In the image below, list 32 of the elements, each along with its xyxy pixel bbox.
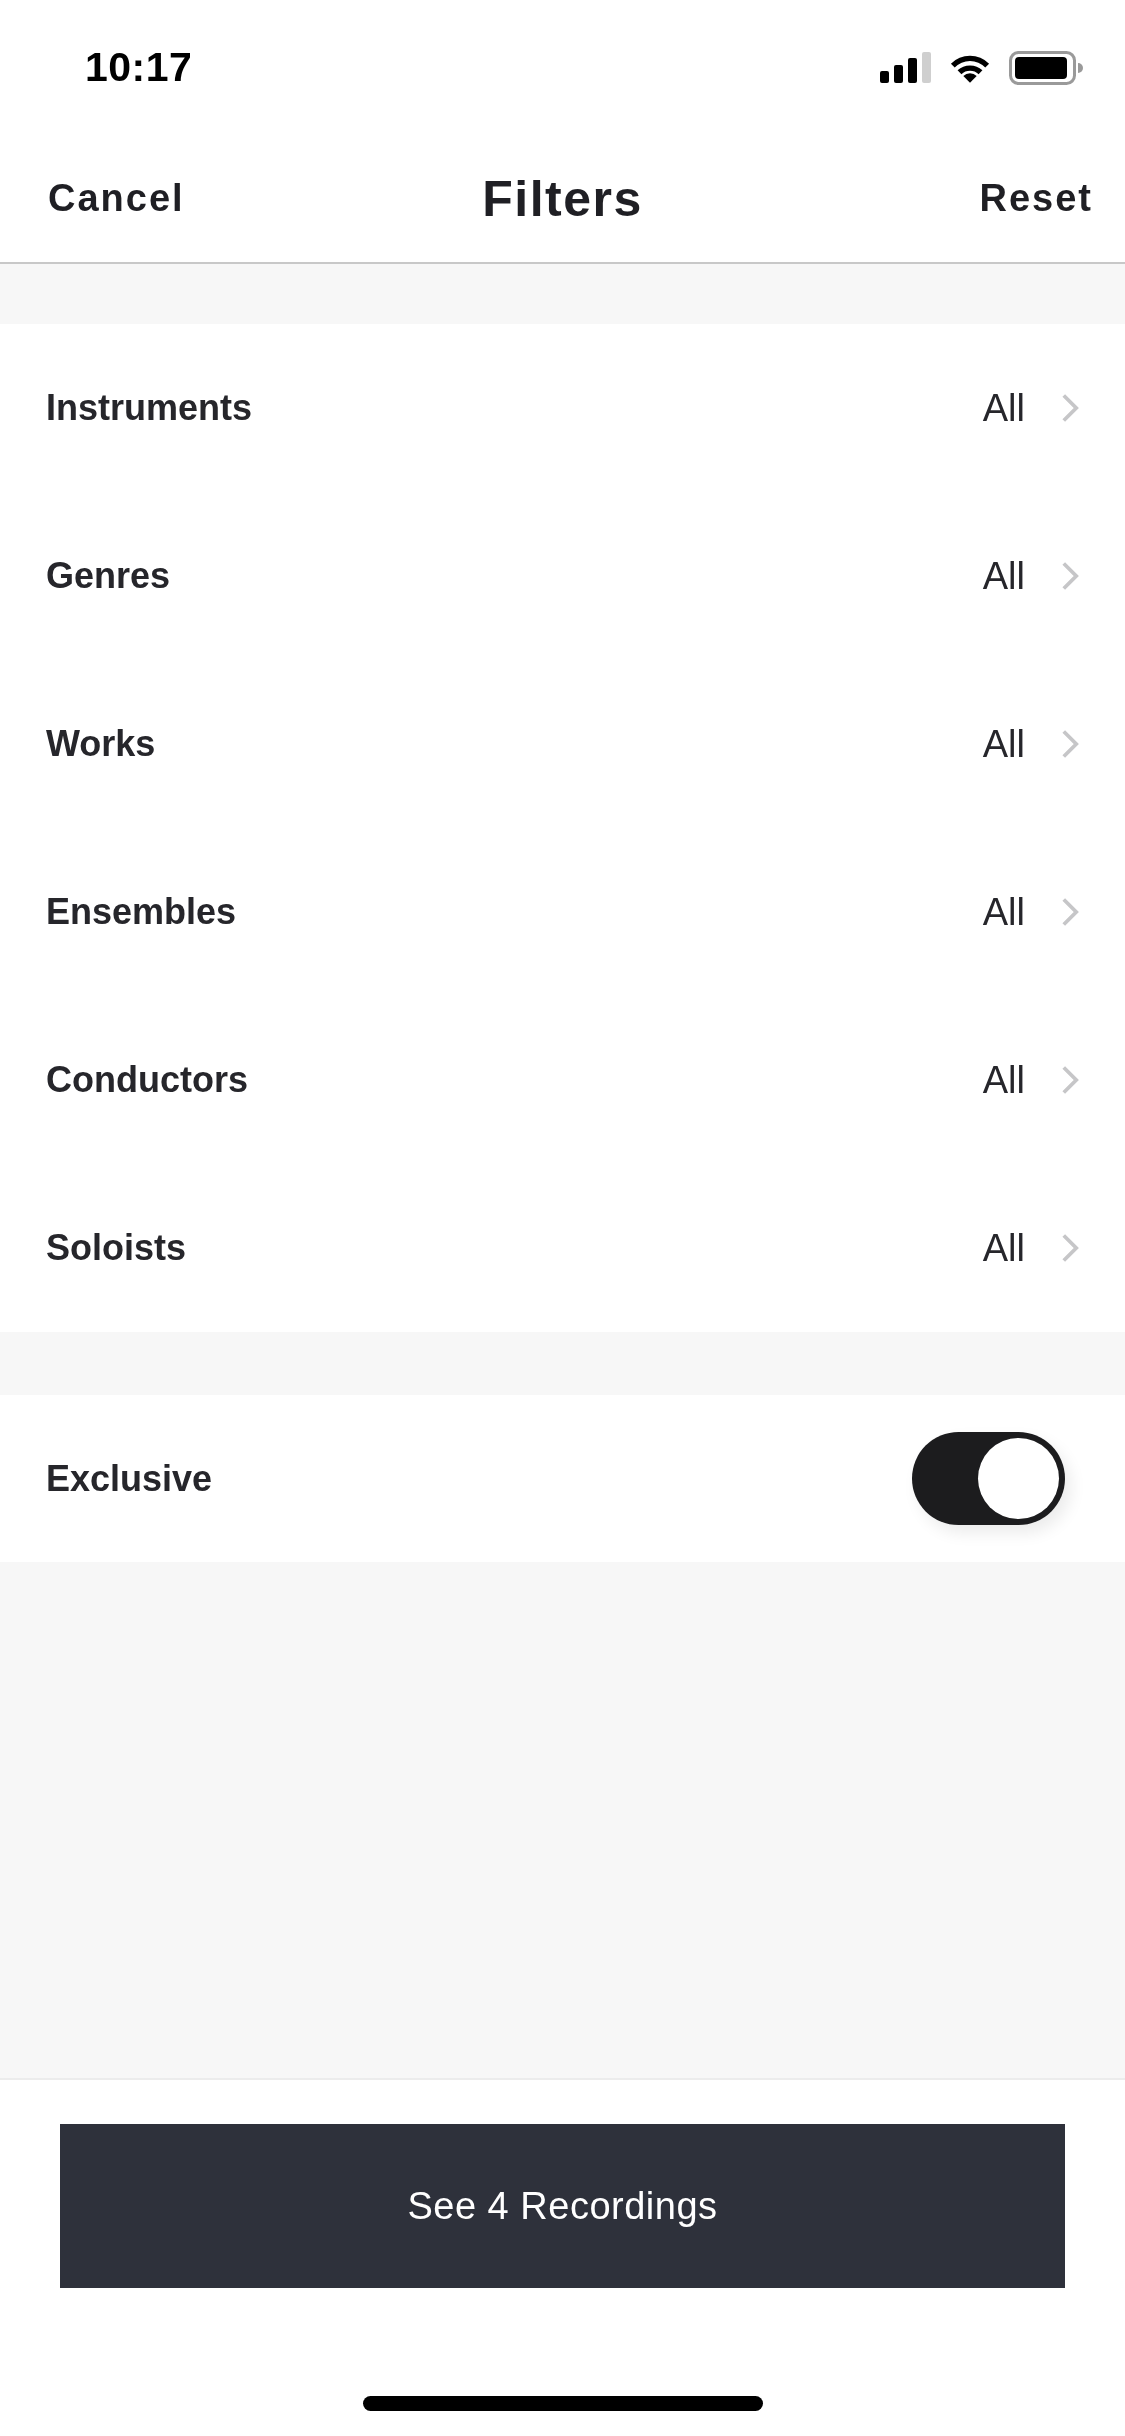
filter-label: Instruments [46,387,253,429]
chevron-right-icon [1061,1065,1079,1095]
filter-label: Soloists [46,1227,187,1269]
chevron-right-icon [1061,561,1079,591]
signal-icon [880,52,931,83]
filter-value: All [982,554,1025,598]
filter-value: All [982,722,1025,766]
filter-value: All [982,890,1025,934]
filter-row[interactable]: Conductors All [0,996,1125,1164]
chevron-right-icon [1061,729,1079,759]
chevron-right-icon [1061,393,1079,423]
chevron-right-icon [1061,1233,1079,1263]
filter-label: Ensembles [46,891,237,933]
filter-value: All [982,1226,1025,1270]
filter-row[interactable]: Ensembles All [0,828,1125,996]
battery-icon [1009,50,1083,85]
cancel-button[interactable]: Cancel [48,177,185,220]
filter-label: Conductors [46,1059,248,1101]
filter-row[interactable]: Works All [0,660,1125,828]
reset-button[interactable]: Reset [979,177,1093,220]
filter-row[interactable]: Genres All [0,492,1125,660]
status-time: 10:17 [85,44,193,91]
chevron-right-icon [1061,897,1079,927]
see-recordings-button[interactable]: See 4 Recordings [60,2124,1065,2288]
filter-row[interactable]: Soloists All [0,1164,1125,1332]
filter-value: All [982,1058,1025,1102]
screen-title: Filters [482,169,643,228]
exclusive-label: Exclusive [46,1457,213,1500]
filter-value: All [982,386,1025,430]
filter-row[interactable]: Instruments All [0,324,1125,492]
filter-label: Genres [46,555,171,597]
filter-label: Works [46,723,156,765]
